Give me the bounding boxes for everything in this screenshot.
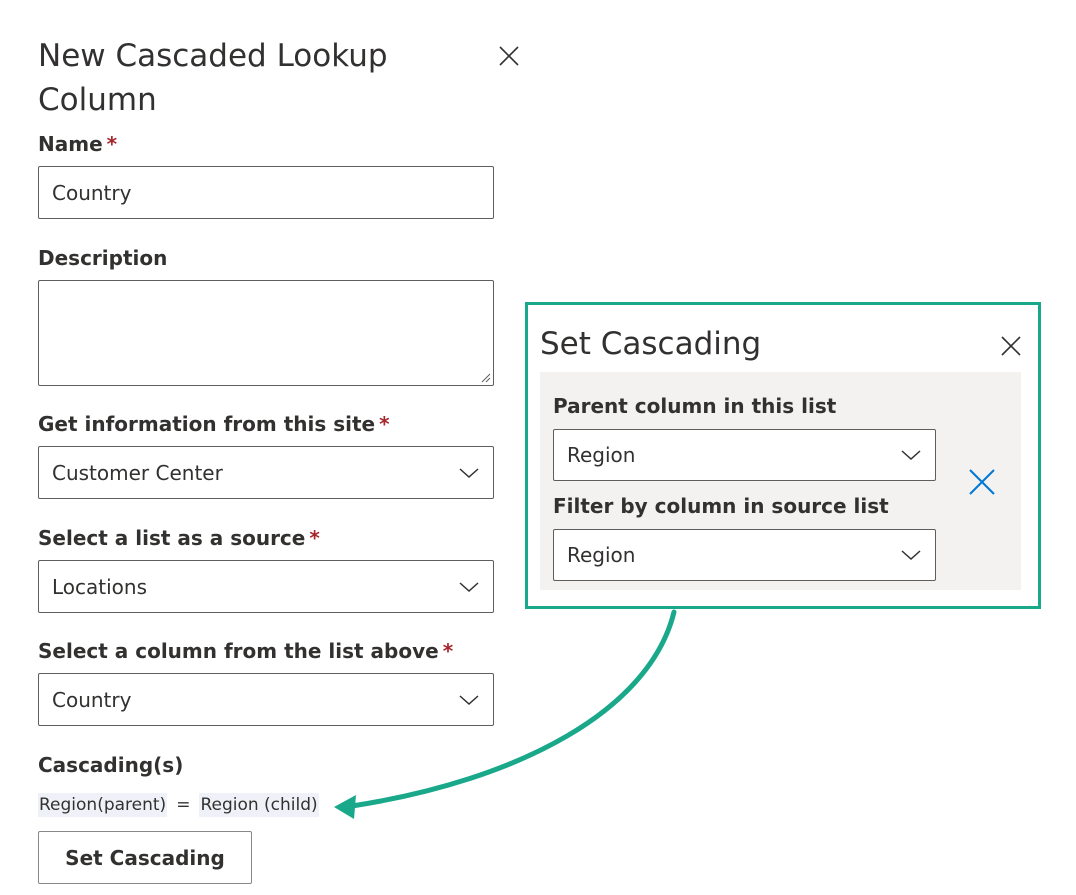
- callout-arrow: [334, 609, 677, 819]
